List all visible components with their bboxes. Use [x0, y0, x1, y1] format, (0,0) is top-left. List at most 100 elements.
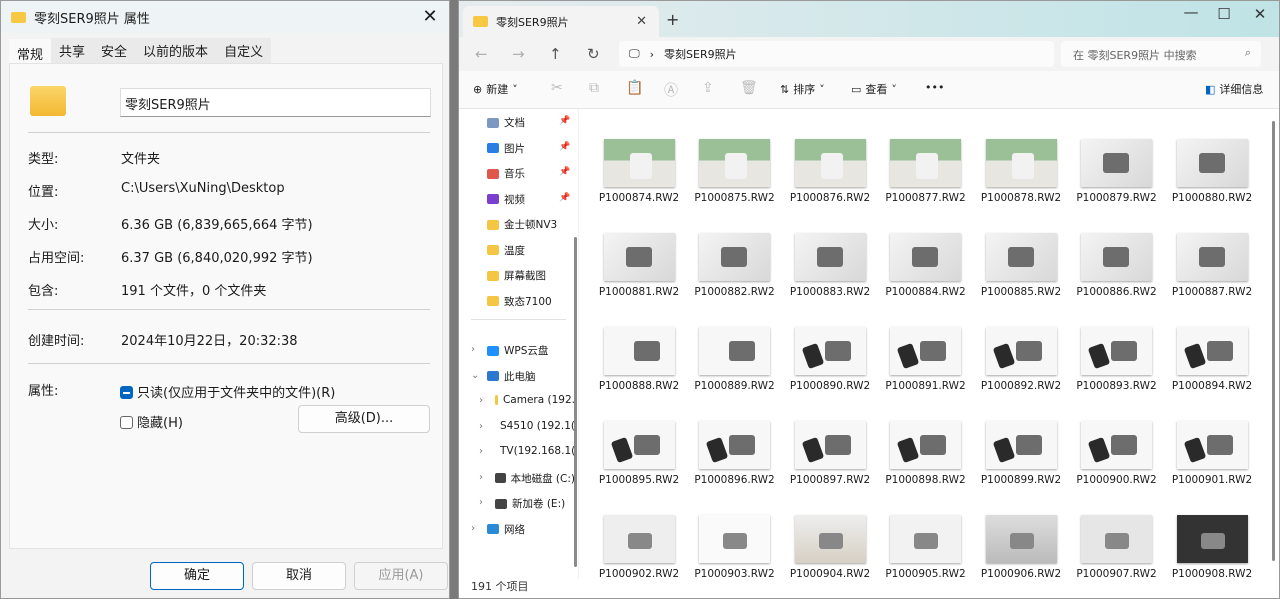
chevron-right-icon[interactable]: › — [479, 421, 483, 432]
file-item[interactable]: P1000891.RW2 — [881, 327, 971, 392]
file-item[interactable]: P1000884.RW2 — [881, 233, 971, 298]
file-item[interactable]: P1000883.RW2 — [785, 233, 875, 298]
file-item[interactable]: P1000881.RW2 — [594, 233, 684, 298]
tree-item[interactable]: 本地磁盘 (C:) — [495, 471, 575, 486]
file-item[interactable]: P1000890.RW2 — [785, 327, 875, 392]
file-item[interactable]: P1000898.RW2 — [881, 421, 971, 486]
chevron-right-icon[interactable]: › — [479, 497, 483, 508]
file-item[interactable]: P1000899.RW2 — [976, 421, 1066, 486]
more-button[interactable]: ••• — [925, 81, 944, 94]
chevron-right-icon[interactable]: › — [479, 446, 483, 457]
close-button[interactable]: ✕ — [417, 4, 443, 30]
tree-item[interactable]: 此电脑 — [487, 369, 575, 384]
file-item[interactable]: P1000895.RW2 — [594, 421, 684, 486]
tree-item[interactable]: 新加卷 (E:) — [495, 496, 575, 511]
file-item[interactable]: P1000908.RW2 — [1167, 515, 1257, 579]
refresh-icon[interactable]: ↻ — [587, 45, 600, 63]
chevron-right-icon[interactable]: › — [479, 395, 483, 406]
new-tab-button[interactable]: + — [666, 10, 679, 29]
tab-sharing[interactable]: 共享 — [51, 38, 94, 63]
quick-access-item[interactable]: 图片 — [487, 141, 525, 156]
file-item[interactable]: P1000874.RW2 — [594, 139, 684, 204]
readonly-checkbox[interactable]: 只读(仅应用于文件夹中的文件)(R) — [120, 382, 335, 401]
tree-item[interactable]: WPS云盘 — [487, 343, 575, 358]
share-icon[interactable]: ⇪ — [702, 80, 714, 96]
quick-access-item[interactable]: 金士顿NV3 — [487, 217, 557, 232]
quick-access-item[interactable]: 音乐 — [487, 166, 525, 181]
forward-icon[interactable]: → — [512, 45, 525, 63]
file-item[interactable]: P1000907.RW2 — [1072, 515, 1162, 579]
breadcrumb[interactable]: 零刻SER9照片 — [664, 46, 737, 62]
quick-access-item[interactable]: 温度 — [487, 243, 525, 258]
apply-button[interactable]: 应用(A) — [354, 562, 448, 590]
sort-button[interactable]: ⇅ 排序 ˅ — [780, 81, 825, 97]
back-icon[interactable]: ← — [475, 45, 488, 63]
paste-icon[interactable]: 📋 — [626, 80, 643, 96]
file-item[interactable]: P1000904.RW2 — [785, 515, 875, 579]
tab-previous-versions[interactable]: 以前的版本 — [135, 38, 217, 63]
file-item[interactable]: P1000901.RW2 — [1167, 421, 1257, 486]
up-icon[interactable]: ↑ — [549, 45, 562, 63]
cancel-button[interactable]: 取消 — [252, 562, 346, 590]
file-item[interactable]: P1000885.RW2 — [976, 233, 1066, 298]
file-item[interactable]: P1000875.RW2 — [690, 139, 780, 204]
folder-name-input[interactable]: 零刻SER9照片 — [120, 88, 431, 117]
file-item[interactable]: P1000887.RW2 — [1167, 233, 1257, 298]
content-scrollbar[interactable] — [1272, 121, 1275, 561]
quick-access-item[interactable]: 视频 — [487, 192, 525, 207]
file-item[interactable]: P1000876.RW2 — [785, 139, 875, 204]
file-item[interactable]: P1000900.RW2 — [1072, 421, 1162, 486]
file-item[interactable]: P1000888.RW2 — [594, 327, 684, 392]
tab-customize[interactable]: 自定义 — [216, 38, 272, 63]
tree-item[interactable]: S4510 (192.1( — [495, 420, 575, 432]
chevron-right-icon[interactable]: › — [479, 472, 483, 483]
delete-icon[interactable]: 🗑 — [740, 80, 758, 96]
chevron-right-icon[interactable]: › — [471, 523, 475, 534]
file-item[interactable]: P1000877.RW2 — [881, 139, 971, 204]
new-button[interactable]: ⊕ 新建 ˅ — [473, 81, 518, 97]
file-item[interactable]: P1000880.RW2 — [1167, 139, 1257, 204]
file-item[interactable]: P1000878.RW2 — [976, 139, 1066, 204]
pin-icon[interactable]: 📌 — [559, 167, 570, 177]
file-item[interactable]: P1000879.RW2 — [1072, 139, 1162, 204]
close-window-button[interactable]: ✕ — [1245, 5, 1275, 23]
quick-access-item[interactable]: 屏幕截图 — [487, 268, 546, 283]
pin-icon[interactable]: 📌 — [559, 142, 570, 152]
file-item[interactable]: P1000902.RW2 — [594, 515, 684, 579]
view-button[interactable]: ▭ 查看 ˅ — [851, 81, 897, 97]
ok-button[interactable]: 确定 — [150, 562, 244, 590]
chevron-down-icon[interactable]: ⌄ — [471, 370, 479, 381]
file-item[interactable]: P1000886.RW2 — [1072, 233, 1162, 298]
close-tab-button[interactable]: ✕ — [636, 14, 647, 29]
file-item[interactable]: P1000906.RW2 — [976, 515, 1066, 579]
search-input[interactable]: 在 零刻SER9照片 中搜索 ⌕ — [1061, 41, 1261, 67]
copy-icon[interactable]: ⧉ — [589, 80, 599, 96]
file-item[interactable]: P1000894.RW2 — [1167, 327, 1257, 392]
tab-general[interactable]: 常规 — [9, 39, 52, 63]
address-bar[interactable]: 🖵 › 零刻SER9照片 — [619, 41, 1054, 67]
file-item[interactable]: P1000893.RW2 — [1072, 327, 1162, 392]
maximize-button[interactable]: ☐ — [1209, 5, 1239, 23]
file-item[interactable]: P1000882.RW2 — [690, 233, 780, 298]
file-item[interactable]: P1000905.RW2 — [881, 515, 971, 579]
minimize-button[interactable]: — — [1176, 3, 1206, 21]
pin-icon[interactable]: 📌 — [559, 116, 570, 126]
pin-icon[interactable]: 📌 — [559, 193, 570, 203]
file-item[interactable]: P1000889.RW2 — [690, 327, 780, 392]
file-item[interactable]: P1000896.RW2 — [690, 421, 780, 486]
tab-security[interactable]: 安全 — [93, 38, 136, 63]
file-item[interactable]: P1000903.RW2 — [690, 515, 780, 579]
chevron-right-icon[interactable]: › — [471, 344, 475, 355]
tree-item[interactable]: TV(192.168.1( — [495, 445, 575, 457]
quick-access-item[interactable]: 文档 — [487, 115, 525, 130]
details-button[interactable]: ◧ 详细信息 — [1205, 81, 1263, 97]
hidden-checkbox[interactable]: 隐藏(H) — [120, 412, 183, 431]
tree-item[interactable]: Camera (192. — [495, 394, 575, 406]
advanced-button[interactable]: 高级(D)... — [298, 405, 430, 433]
tree-item[interactable]: 网络 — [487, 522, 575, 537]
cut-icon[interactable]: ✂ — [551, 80, 563, 96]
file-item[interactable]: P1000897.RW2 — [785, 421, 875, 486]
rename-icon[interactable]: Ⓐ — [664, 80, 678, 100]
explorer-tab[interactable]: 零刻SER9照片 ✕ — [463, 6, 659, 37]
quick-access-item[interactable]: 致态7100 — [487, 294, 552, 309]
